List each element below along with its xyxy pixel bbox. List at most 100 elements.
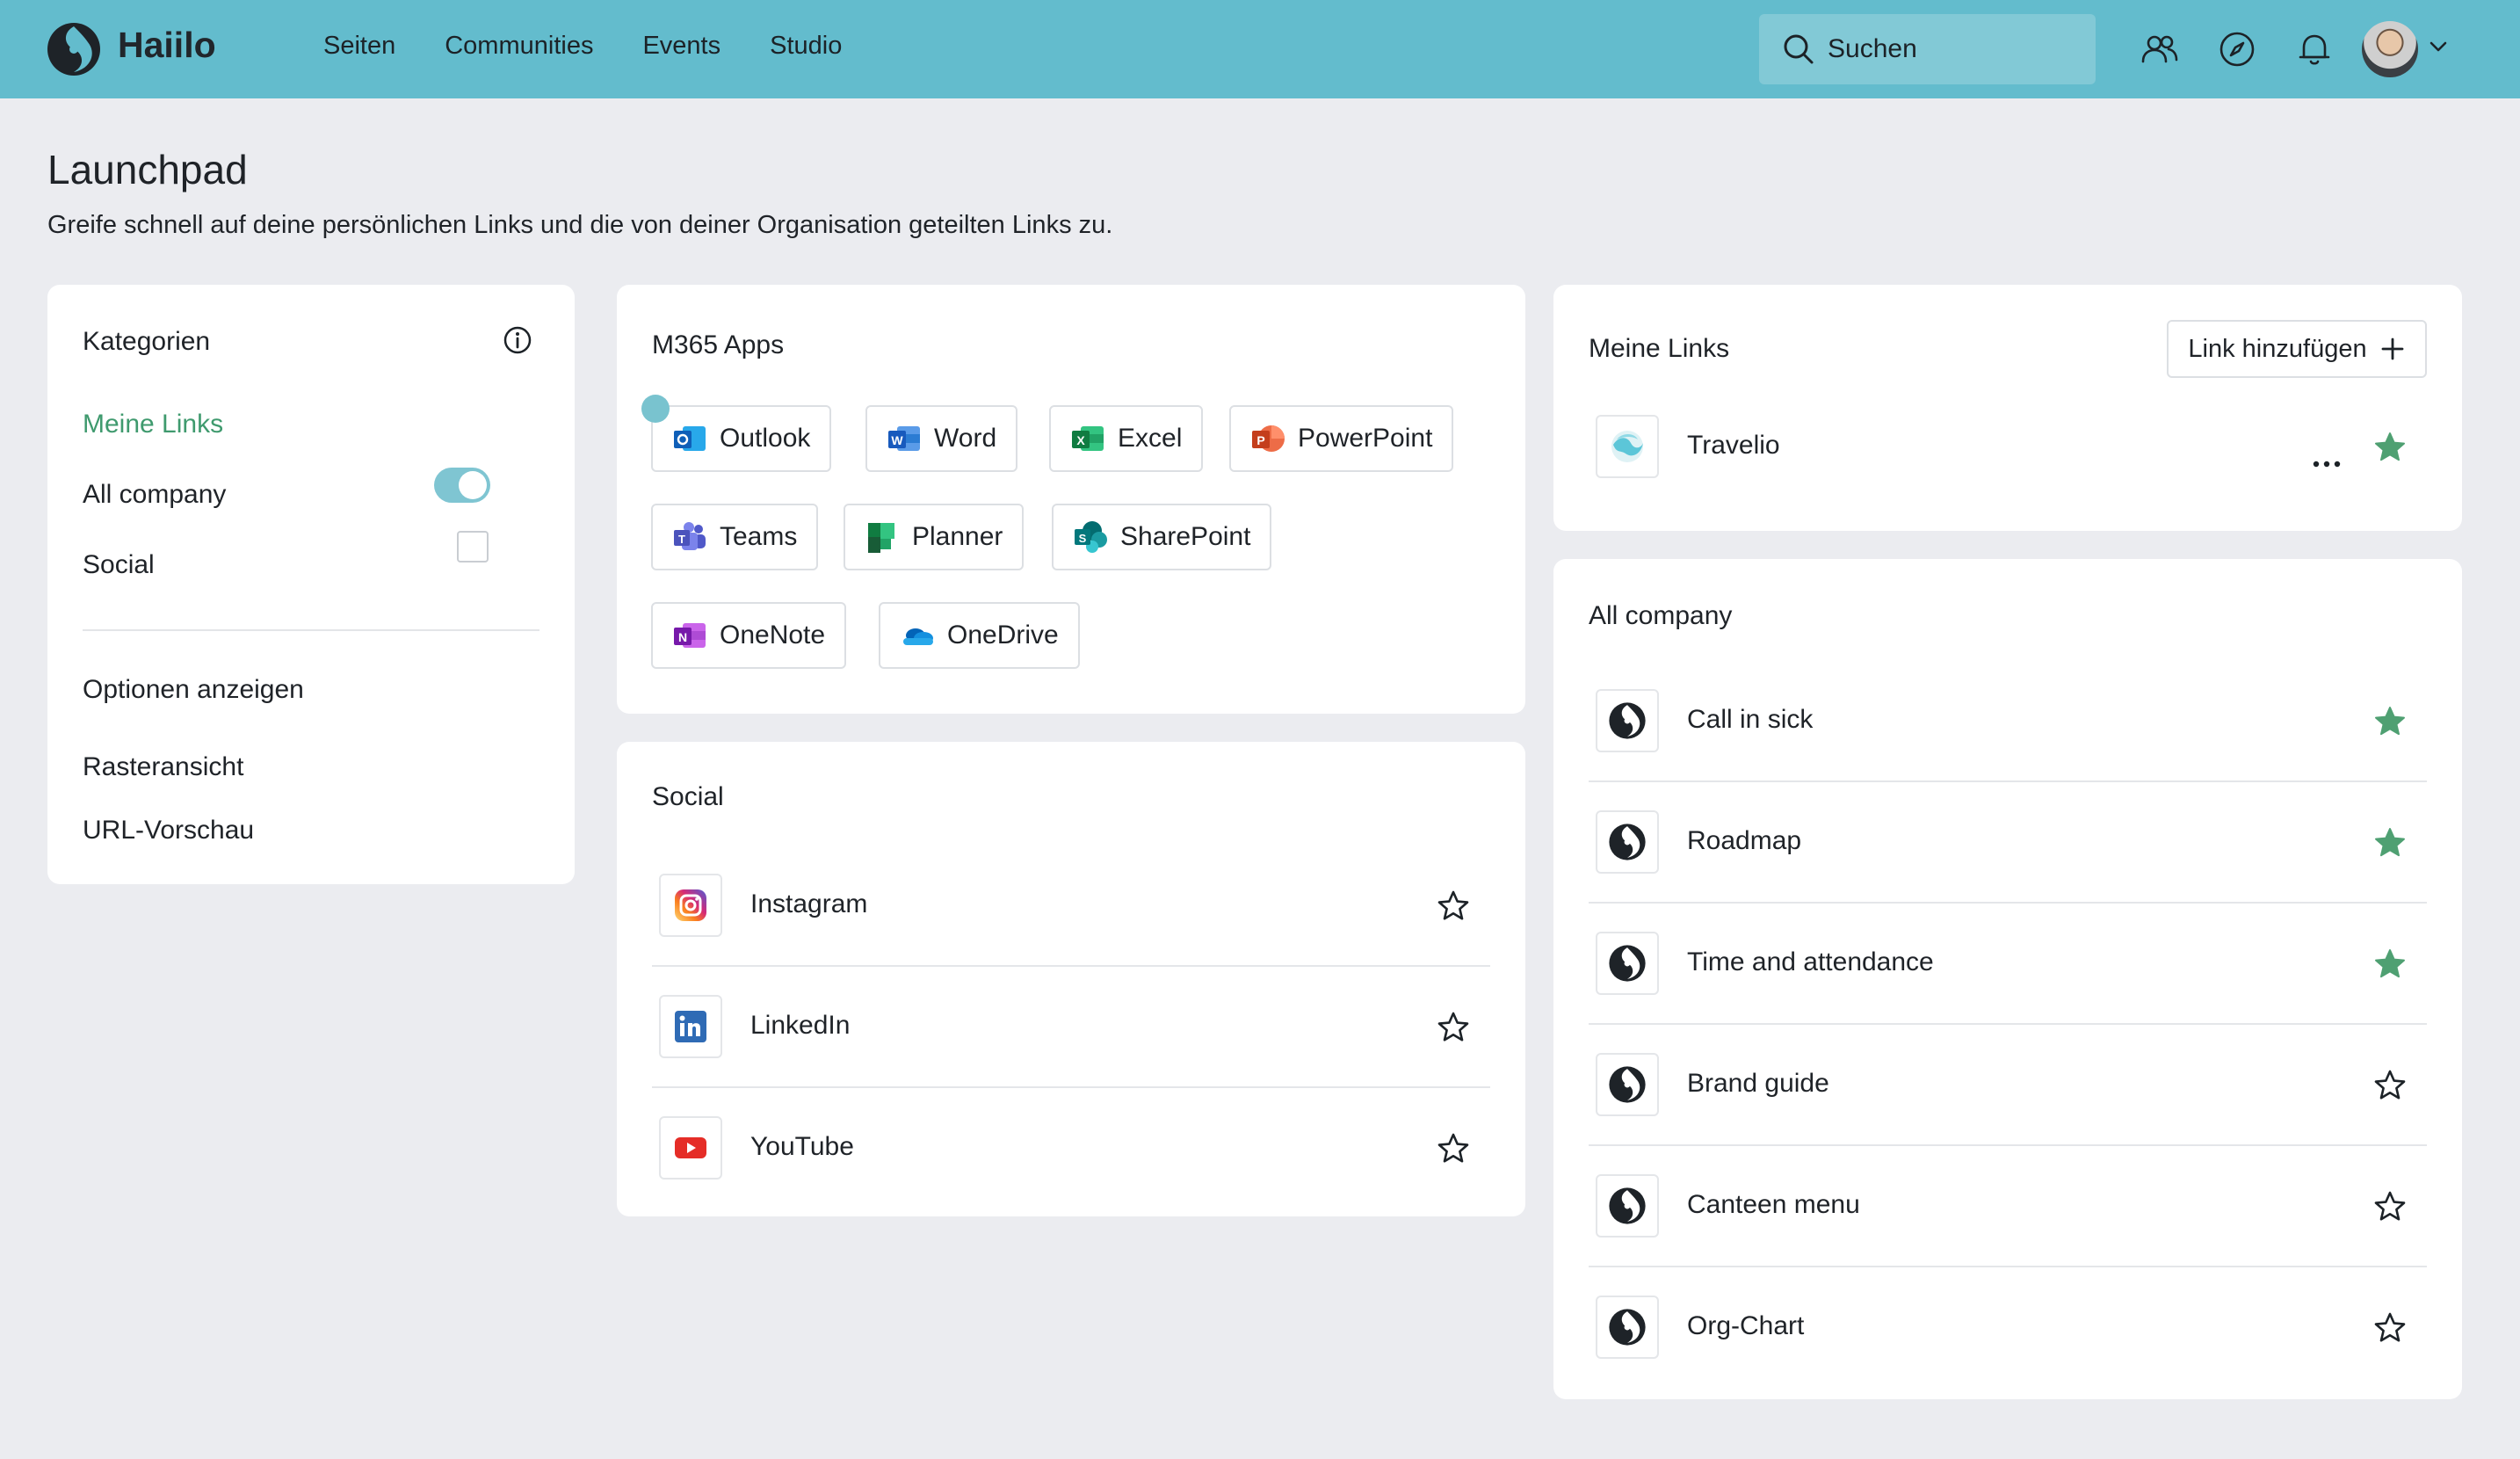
company-row-canteen-menu[interactable]: Canteen menu xyxy=(1589,1148,2427,1267)
my-links-title: Meine Links xyxy=(1589,334,1730,363)
app-sharepoint[interactable]: S SharePoint xyxy=(1052,504,1272,570)
grid-view-toggle[interactable] xyxy=(434,468,490,503)
drag-handle-dot[interactable] xyxy=(641,395,670,423)
top-navbar: Haiilo Seiten Communities Events Studio … xyxy=(0,0,2520,98)
categories-title: Kategorien xyxy=(83,327,211,356)
row-label: Canteen menu xyxy=(1687,1190,1860,1219)
teams-icon: T xyxy=(672,519,707,555)
nav-link-seiten[interactable]: Seiten xyxy=(323,32,395,61)
app-label: Outlook xyxy=(720,424,811,453)
app-outlook[interactable]: Outlook xyxy=(651,405,832,472)
search-placeholder: Suchen xyxy=(1828,34,1917,63)
app-word[interactable]: W Word xyxy=(865,405,1018,472)
category-social[interactable]: Social xyxy=(83,550,155,580)
page-title: Launchpad xyxy=(47,147,248,192)
star-outline-icon[interactable] xyxy=(2372,1068,2408,1103)
url-preview-checkbox[interactable] xyxy=(457,531,489,563)
more-options-icon[interactable] xyxy=(2309,443,2344,478)
svg-text:P: P xyxy=(1256,433,1264,447)
search-box[interactable]: Suchen xyxy=(1759,14,2096,84)
add-link-label: Link hinzufügen xyxy=(2188,334,2367,363)
nav-link-events[interactable]: Events xyxy=(642,32,721,61)
row-separator xyxy=(1589,780,2427,782)
app-label: SharePoint xyxy=(1120,522,1251,551)
social-row-linkedin[interactable]: LinkedIn xyxy=(652,969,1490,1088)
star-outline-icon[interactable] xyxy=(1436,1131,1471,1166)
company-row-brand-guide[interactable]: Brand guide xyxy=(1589,1027,2427,1146)
app-teams[interactable]: T Teams xyxy=(651,504,819,570)
svg-text:N: N xyxy=(678,630,687,644)
social-card: Social Instagram LinkedIn YouTube xyxy=(617,742,1525,1216)
social-title: Social xyxy=(652,782,724,811)
row-label: Roadmap xyxy=(1687,826,1802,855)
brand-name[interactable]: Haiilo xyxy=(118,25,216,66)
nav-link-communities[interactable]: Communities xyxy=(445,32,593,61)
row-label: LinkedIn xyxy=(750,1011,851,1040)
row-separator xyxy=(1589,1023,2427,1025)
star-filled-icon[interactable] xyxy=(2372,947,2408,982)
row-label: Call in sick xyxy=(1687,705,1814,734)
social-row-instagram[interactable]: Instagram xyxy=(652,847,1490,967)
bell-icon[interactable] xyxy=(2295,30,2334,69)
haiilo-logo-icon[interactable] xyxy=(46,21,102,77)
star-outline-icon[interactable] xyxy=(1436,889,1471,924)
nav-link-studio[interactable]: Studio xyxy=(770,32,842,61)
svg-text:T: T xyxy=(678,533,685,546)
haiilo-logo-icon xyxy=(1596,810,1659,874)
app-label: OneDrive xyxy=(947,621,1059,650)
company-row-call-in-sick[interactable]: Call in sick xyxy=(1589,663,2427,782)
onenote-icon: N xyxy=(672,618,707,653)
youtube-icon xyxy=(659,1116,722,1180)
haiilo-logo-icon xyxy=(1596,1174,1659,1238)
svg-text:W: W xyxy=(891,433,903,447)
onedrive-icon xyxy=(900,618,935,653)
powerpoint-icon: P xyxy=(1250,421,1285,456)
options-title: Optionen anzeigen xyxy=(83,675,304,704)
people-icon[interactable] xyxy=(2140,30,2179,69)
user-avatar[interactable] xyxy=(2362,21,2418,77)
app-label: OneNote xyxy=(720,621,826,650)
row-label: Time and attendance xyxy=(1687,947,1934,976)
star-outline-icon[interactable] xyxy=(2372,1189,2408,1224)
haiilo-logo-icon xyxy=(1596,1296,1659,1359)
company-row-roadmap[interactable]: Roadmap xyxy=(1589,784,2427,904)
haiilo-logo-icon xyxy=(1596,1053,1659,1116)
app-powerpoint[interactable]: P PowerPoint xyxy=(1229,405,1454,472)
star-filled-icon[interactable] xyxy=(2372,430,2408,465)
main-nav: Seiten Communities Events Studio xyxy=(323,32,842,61)
instagram-icon xyxy=(659,874,722,937)
app-label: Excel xyxy=(1118,424,1183,453)
app-onedrive[interactable]: OneDrive xyxy=(879,602,1080,669)
categories-card: Kategorien Meine Links All company Socia… xyxy=(47,285,575,884)
svg-text:X: X xyxy=(1076,433,1085,447)
app-onenote[interactable]: N OneNote xyxy=(651,602,847,669)
row-label: Instagram xyxy=(750,889,868,918)
linkedin-icon xyxy=(659,995,722,1058)
category-meine-links[interactable]: Meine Links xyxy=(83,410,223,439)
add-link-button[interactable]: Link hinzufügen xyxy=(2167,320,2427,378)
company-row-time-and-attendance[interactable]: Time and attendance xyxy=(1589,905,2427,1025)
app-planner[interactable]: Planner xyxy=(844,504,1025,570)
compass-icon[interactable] xyxy=(2218,30,2256,69)
info-icon[interactable] xyxy=(503,325,532,355)
word-icon: W xyxy=(887,421,922,456)
row-separator xyxy=(652,965,1490,967)
search-icon xyxy=(1784,34,1814,64)
my-link-row-travelio[interactable]: Travelio xyxy=(1589,388,2427,508)
star-outline-icon[interactable] xyxy=(2372,1310,2408,1346)
company-row-org-chart[interactable]: Org-Chart xyxy=(1589,1269,2427,1389)
row-label: Org-Chart xyxy=(1687,1311,1805,1340)
chevron-down-icon[interactable] xyxy=(2427,35,2450,58)
row-label: Brand guide xyxy=(1687,1069,1829,1098)
planner-icon xyxy=(865,519,900,555)
all-company-title: All company xyxy=(1589,601,1733,630)
star-outline-icon[interactable] xyxy=(1436,1010,1471,1045)
star-filled-icon[interactable] xyxy=(2372,825,2408,860)
social-row-youtube[interactable]: YouTube xyxy=(652,1090,1490,1209)
category-all-company[interactable]: All company xyxy=(83,480,226,510)
star-filled-icon[interactable] xyxy=(2372,704,2408,739)
row-separator xyxy=(652,1086,1490,1088)
app-excel[interactable]: X Excel xyxy=(1049,405,1204,472)
svg-text:S: S xyxy=(1079,532,1087,545)
app-label: Teams xyxy=(720,522,798,551)
